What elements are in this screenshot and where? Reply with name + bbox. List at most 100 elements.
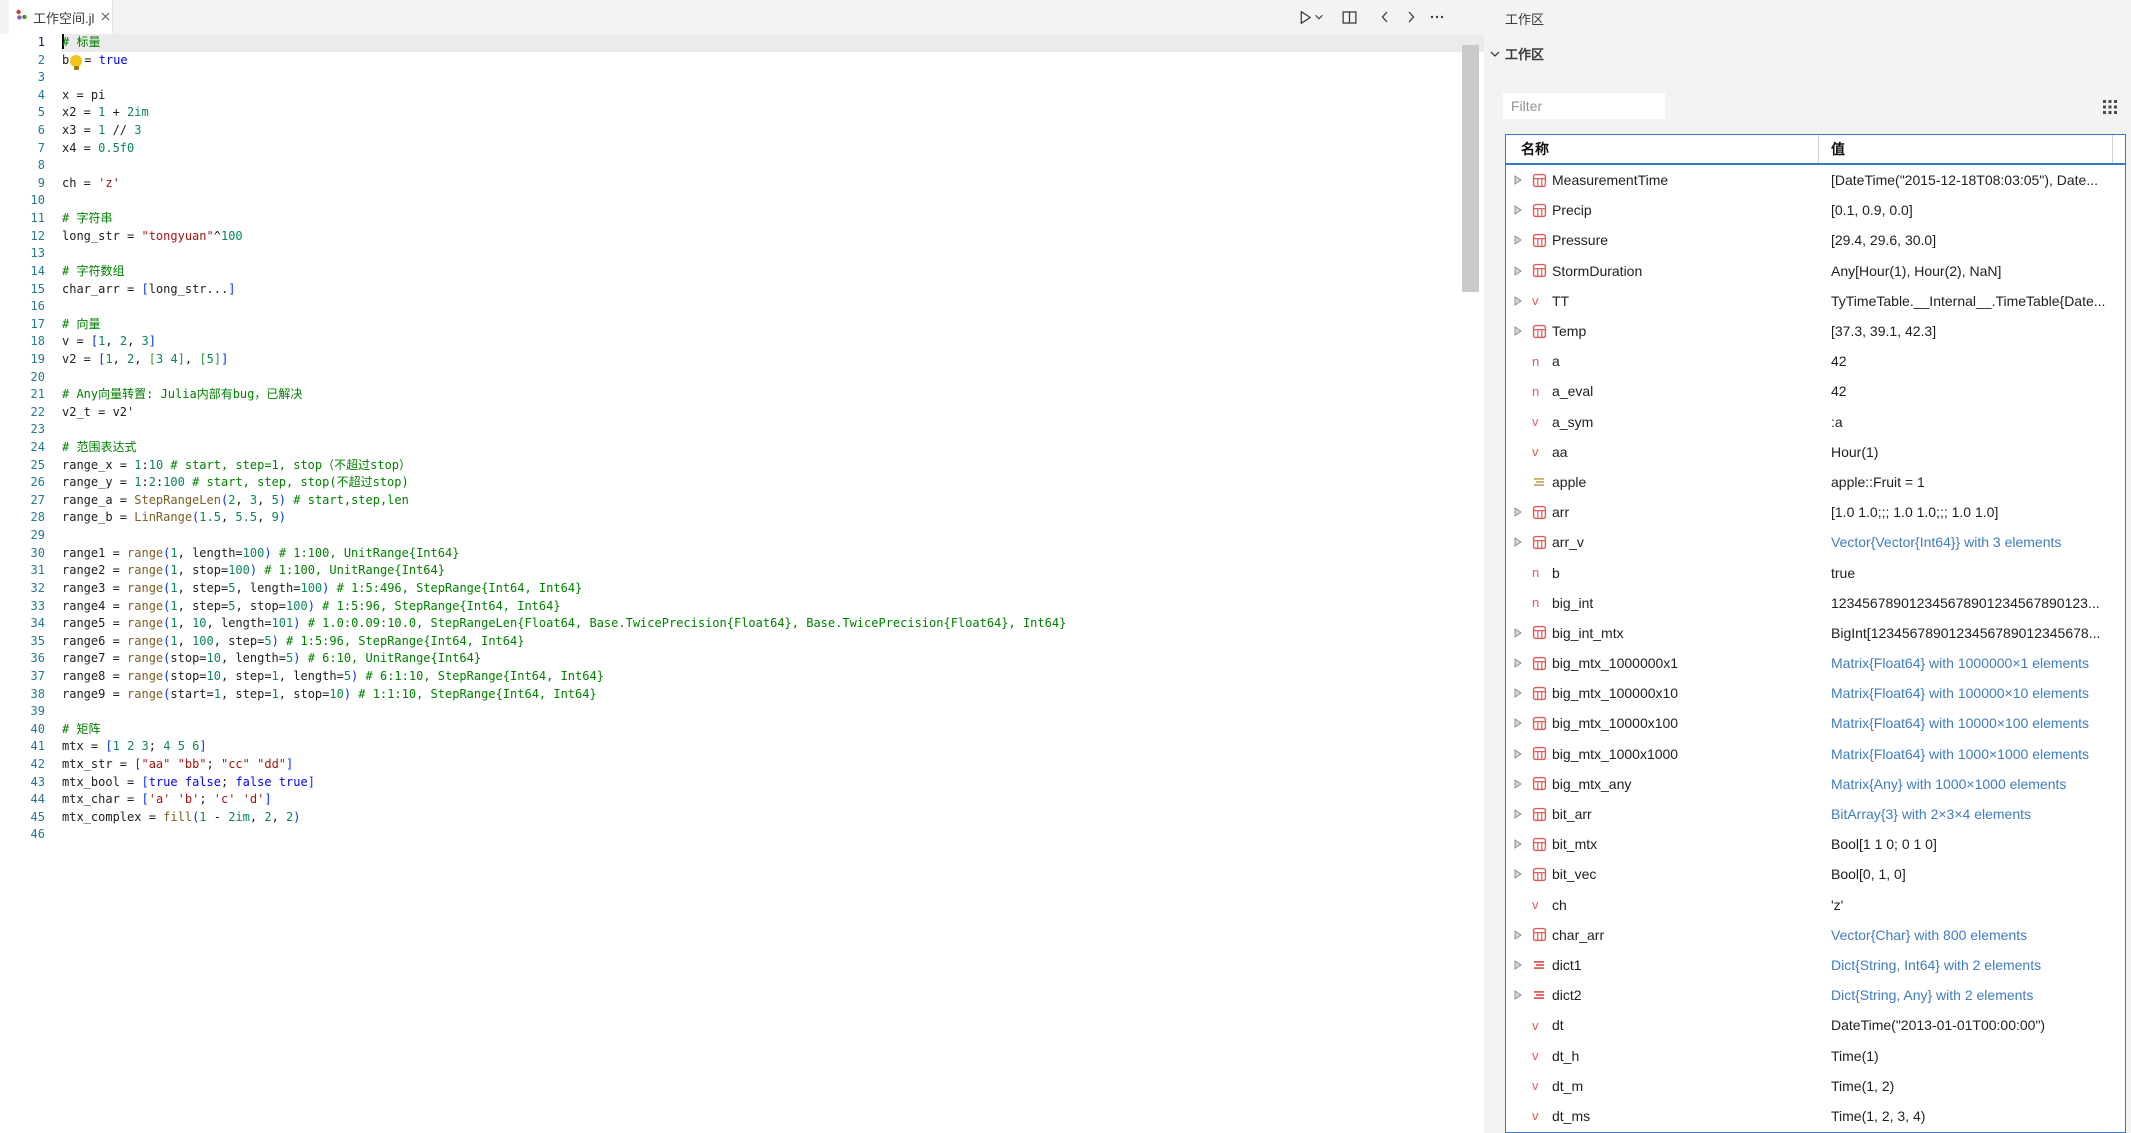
table-row[interactable]: vdtDateTime("2013-01-01T00:00:00")	[1506, 1010, 2125, 1040]
code-line[interactable]: 28range_b = LinRange(1.5, 5.5, 9)	[0, 509, 1484, 527]
editor-scrollbar[interactable]	[1462, 45, 1479, 292]
column-header-name[interactable]: 名称	[1506, 135, 1819, 163]
code-line[interactable]: 22v2_t = v2'	[0, 404, 1484, 422]
code-line[interactable]: 29	[0, 527, 1484, 545]
expand-chevron[interactable]	[1514, 296, 1532, 306]
variable-value[interactable]: Matrix{Float64} with 100000×10 elements	[1819, 685, 2125, 701]
code-line[interactable]: 38range9 = range(start=1, step=1, stop=1…	[0, 686, 1484, 704]
expand-chevron[interactable]	[1514, 628, 1532, 638]
code-line[interactable]: 15char_arr = [long_str...]	[0, 281, 1484, 299]
code-line[interactable]: 43mtx_bool = [true false; false true]	[0, 774, 1484, 792]
variable-value[interactable]: BitArray{3} with 2×3×4 elements	[1819, 806, 2125, 822]
code-line[interactable]: 25range_x = 1:10 # start, step=1, stop（不…	[0, 457, 1484, 475]
code-line[interactable]: 41mtx = [1 2 3; 4 5 6]	[0, 738, 1484, 756]
table-row[interactable]: na42	[1506, 346, 2125, 376]
expand-chevron[interactable]	[1514, 718, 1532, 728]
code-line[interactable]: 7x4 = 0.5f0	[0, 140, 1484, 158]
code-line[interactable]: 27range_a = StepRangeLen(2, 3, 5) # star…	[0, 492, 1484, 510]
code-line[interactable]: 32range3 = range(1, step=5, length=100) …	[0, 580, 1484, 598]
close-icon[interactable]	[100, 11, 111, 24]
expand-chevron[interactable]	[1514, 175, 1532, 185]
code-line[interactable]: 18v = [1, 2, 3]	[0, 333, 1484, 351]
expand-chevron[interactable]	[1514, 990, 1532, 1000]
column-header-value[interactable]: 值	[1819, 135, 2125, 163]
code-line[interactable]: 33range4 = range(1, step=5, stop=100) # …	[0, 598, 1484, 616]
expand-chevron[interactable]	[1514, 266, 1532, 276]
code-line[interactable]: 24# 范围表达式	[0, 439, 1484, 457]
split-editor-icon[interactable]	[1336, 4, 1362, 30]
expand-chevron[interactable]	[1514, 960, 1532, 970]
tab-workspace-jl[interactable]: 工作空间.jl	[9, 0, 113, 34]
run-dropdown-chevron-icon[interactable]	[1312, 4, 1326, 30]
table-row[interactable]: nbig_int12345678901234567890123456789012…	[1506, 588, 2125, 618]
grid-view-icon[interactable]	[2101, 98, 2119, 116]
table-row[interactable]: big_int_mtxBigInt[1234567890123456789012…	[1506, 618, 2125, 648]
table-row[interactable]: arr_vVector{Vector{Int64}} with 3 elemen…	[1506, 527, 2125, 557]
table-row[interactable]: Precip[0.1, 0.9, 0.0]	[1506, 195, 2125, 225]
table-row[interactable]: appleapple::Fruit = 1	[1506, 467, 2125, 497]
code-line[interactable]: 10	[0, 192, 1484, 210]
table-row[interactable]: big_mtx_10000x100Matrix{Float64} with 10…	[1506, 708, 2125, 738]
code-line[interactable]: 8	[0, 157, 1484, 175]
table-row[interactable]: vdt_mTime(1, 2)	[1506, 1071, 2125, 1101]
code-line[interactable]: 2b= true	[0, 52, 1484, 70]
code-line[interactable]: 6x3 = 1 // 3	[0, 122, 1484, 140]
code-line[interactable]: 44mtx_char = ['a' 'b'; 'c' 'd']	[0, 791, 1484, 809]
table-row[interactable]: bit_arrBitArray{3} with 2×3×4 elements	[1506, 799, 2125, 829]
code-line[interactable]: 14# 字符数组	[0, 263, 1484, 281]
variable-value[interactable]: Dict{String, Int64} with 2 elements	[1819, 957, 2125, 973]
code-line[interactable]: 20	[0, 369, 1484, 387]
code-line[interactable]: 12long_str = "tongyuan"^100	[0, 228, 1484, 246]
navigate-back-icon[interactable]	[1372, 4, 1398, 30]
table-row[interactable]: dict2Dict{String, Any} with 2 elements	[1506, 980, 2125, 1010]
code-line[interactable]: 17# 向量	[0, 316, 1484, 334]
workspace-section-header[interactable]: 工作区	[1489, 44, 1544, 63]
code-line[interactable]: 46	[0, 826, 1484, 844]
code-line[interactable]: 11# 字符串	[0, 210, 1484, 228]
expand-chevron[interactable]	[1514, 235, 1532, 245]
code-line[interactable]: 36range7 = range(stop=10, length=5) # 6:…	[0, 650, 1484, 668]
code-line[interactable]: 31range2 = range(1, stop=100) # 1:100, U…	[0, 562, 1484, 580]
more-actions-icon[interactable]	[1424, 4, 1450, 30]
variable-value[interactable]: Dict{String, Any} with 2 elements	[1819, 987, 2125, 1003]
table-row[interactable]: bit_mtxBool[1 1 0; 0 1 0]	[1506, 829, 2125, 859]
table-row[interactable]: vdt_hTime(1)	[1506, 1040, 2125, 1070]
expand-chevron[interactable]	[1514, 749, 1532, 759]
code-line[interactable]: 1# 标量	[0, 34, 1484, 52]
code-line[interactable]: 19v2 = [1, 2, [3 4], [5]]	[0, 351, 1484, 369]
code-line[interactable]: 30range1 = range(1, length=100) # 1:100,…	[0, 545, 1484, 563]
expand-chevron[interactable]	[1514, 205, 1532, 215]
expand-chevron[interactable]	[1514, 930, 1532, 940]
table-row[interactable]: vdt_msTime(1, 2, 3, 4)	[1506, 1101, 2125, 1131]
code-line[interactable]: 40# 矩阵	[0, 721, 1484, 739]
variable-value[interactable]: Matrix{Float64} with 1000000×1 elements	[1819, 655, 2125, 671]
table-row[interactable]: nbtrue	[1506, 557, 2125, 587]
expand-chevron[interactable]	[1514, 507, 1532, 517]
expand-chevron[interactable]	[1514, 839, 1532, 849]
variable-value[interactable]: Matrix{Any} with 1000×1000 elements	[1819, 776, 2125, 792]
code-editor[interactable]: 1# 标量2b= true34x = pi5x2 = 1 + 2im6x3 = …	[0, 34, 1484, 1133]
expand-chevron[interactable]	[1514, 658, 1532, 668]
table-row[interactable]: vTTTyTimeTable.__Internal__.TimeTable{Da…	[1506, 286, 2125, 316]
table-row[interactable]: vaaHour(1)	[1506, 437, 2125, 467]
table-row[interactable]: arr[1.0 1.0;;; 1.0 1.0;;; 1.0 1.0]	[1506, 497, 2125, 527]
code-line[interactable]: 16	[0, 298, 1484, 316]
code-line[interactable]: 13	[0, 245, 1484, 263]
code-line[interactable]: 5x2 = 1 + 2im	[0, 104, 1484, 122]
variable-value[interactable]: Vector{Char} with 800 elements	[1819, 927, 2125, 943]
table-row[interactable]: bit_vecBool[0, 1, 0]	[1506, 859, 2125, 889]
expand-chevron[interactable]	[1514, 869, 1532, 879]
navigate-forward-icon[interactable]	[1398, 4, 1424, 30]
code-line[interactable]: 4x = pi	[0, 87, 1484, 105]
code-line[interactable]: 42mtx_str = ["aa" "bb"; "cc" "dd"]	[0, 756, 1484, 774]
expand-chevron[interactable]	[1514, 779, 1532, 789]
table-row[interactable]: big_mtx_1000000x1Matrix{Float64} with 10…	[1506, 648, 2125, 678]
code-line[interactable]: 9ch = 'z'	[0, 175, 1484, 193]
lightbulb-icon[interactable]	[70, 55, 82, 67]
expand-chevron[interactable]	[1514, 809, 1532, 819]
table-row[interactable]: big_mtx_100000x10Matrix{Float64} with 10…	[1506, 678, 2125, 708]
expand-chevron[interactable]	[1514, 537, 1532, 547]
code-line[interactable]: 39	[0, 703, 1484, 721]
table-row[interactable]: Pressure[29.4, 29.6, 30.0]	[1506, 225, 2125, 255]
code-line[interactable]: 26range_y = 1:2:100 # start, step, stop(…	[0, 474, 1484, 492]
